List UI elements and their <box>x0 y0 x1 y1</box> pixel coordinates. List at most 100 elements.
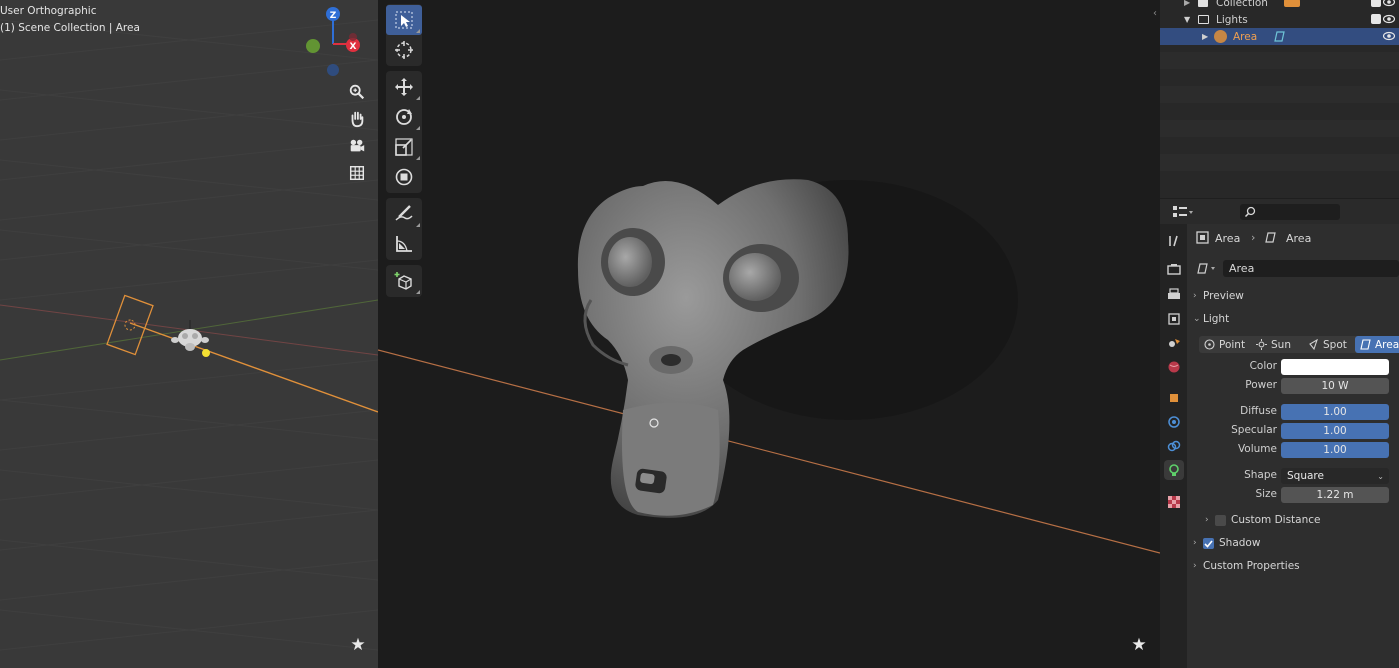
custom-distance-checkbox[interactable] <box>1215 514 1226 526</box>
visibility-eye-icon[interactable] <box>1383 31 1395 41</box>
expand-arrow-icon[interactable]: ▼ <box>1184 15 1190 24</box>
size-field[interactable]: 1.22 m <box>1281 487 1389 503</box>
section-title: Preview <box>1203 290 1244 302</box>
texture-checker-icon <box>1168 496 1180 508</box>
outliner-label: Lights <box>1216 13 1248 26</box>
camera-icon[interactable] <box>345 134 369 158</box>
volume-label: Volume <box>1237 443 1277 455</box>
annotate-tool[interactable] <box>386 199 422 229</box>
select-box-tool[interactable] <box>386 5 422 35</box>
light-data-tab[interactable] <box>1164 460 1184 480</box>
expand-arrow-icon[interactable]: ▶ <box>1184 0 1190 7</box>
size-label: Size <box>1255 488 1277 500</box>
tool-wrench-icon <box>1169 235 1178 247</box>
section-title: Shadow <box>1219 537 1261 549</box>
output-tab[interactable] <box>1164 285 1184 305</box>
constraints-tab[interactable] <box>1164 436 1184 456</box>
outliner-row-area[interactable]: ▶ Area <box>1160 28 1399 45</box>
favorites-star-icon[interactable]: ★ <box>1128 634 1150 656</box>
modifier-badge-icon <box>1284 0 1300 7</box>
scene-tab[interactable] <box>1164 333 1184 353</box>
monkey-small <box>171 320 209 351</box>
shape-dropdown[interactable]: Square ⌄ <box>1281 468 1389 484</box>
move-tool[interactable] <box>386 72 422 102</box>
breadcrumb-data: Area <box>1286 232 1312 245</box>
light-type-point[interactable]: Point <box>1199 336 1251 353</box>
power-label: Power <box>1245 379 1277 391</box>
specular-slider[interactable]: 1.00 <box>1281 423 1389 439</box>
cursor-tool[interactable] <box>386 35 422 65</box>
render-camera-icon <box>1167 264 1181 275</box>
chevron-right-icon: › <box>1193 561 1197 571</box>
center-viewport[interactable]: ★ ‹ ‹ <box>378 0 1160 668</box>
collection-info: (1) Scene Collection | Area <box>0 22 140 34</box>
outliner-stripe <box>1160 86 1399 103</box>
world-tab[interactable] <box>1164 357 1184 377</box>
breadcrumb-separator-icon: › <box>1251 231 1256 244</box>
editor-type-icon[interactable] <box>1172 204 1194 220</box>
color-swatch[interactable] <box>1281 359 1389 375</box>
view-layer-icon <box>1168 313 1180 325</box>
visibility-eye-icon[interactable] <box>1383 14 1395 24</box>
outliner-stripe <box>1160 52 1399 69</box>
expand-arrow-icon[interactable]: ▶ <box>1202 32 1208 41</box>
tool-shelf <box>386 4 422 302</box>
section-title: Light <box>1203 313 1230 325</box>
render-tab[interactable] <box>1164 259 1184 279</box>
grid-icon[interactable] <box>345 161 369 185</box>
datablock-name-field[interactable]: Area <box>1223 260 1399 277</box>
light-type-sun[interactable]: Sun <box>1251 336 1303 353</box>
hand-pan-icon[interactable] <box>345 107 369 131</box>
specular-label: Specular <box>1231 424 1277 436</box>
light-object-icon <box>1214 30 1227 43</box>
power-field[interactable]: 10 W <box>1281 378 1389 394</box>
shape-label: Shape <box>1244 469 1277 481</box>
shadow-section-header[interactable]: › Shadow <box>1193 533 1399 553</box>
chevron-right-icon: › <box>1205 515 1209 525</box>
constraints-link-icon <box>1167 440 1181 452</box>
light-section-header[interactable]: ⌄ Light <box>1193 309 1399 329</box>
volume-slider[interactable]: 1.00 <box>1281 442 1389 458</box>
favorites-star-icon[interactable]: ★ <box>347 634 369 656</box>
add-cube-tool[interactable] <box>386 266 422 296</box>
rotate-icon <box>396 109 412 125</box>
navigation-gizmo[interactable]: Z X <box>300 2 370 82</box>
viewport-grid <box>0 19 378 651</box>
properties-header <box>1160 198 1399 224</box>
tool-tab[interactable] <box>1164 231 1184 251</box>
preview-section-header[interactable]: › Preview <box>1193 286 1399 306</box>
exclude-checkbox[interactable] <box>1371 0 1381 7</box>
collection-icon <box>1198 0 1208 7</box>
light-type-spot[interactable]: Spot <box>1303 336 1355 353</box>
view-layer-tab[interactable] <box>1164 309 1184 329</box>
zoom-icon[interactable] <box>345 80 369 104</box>
diffuse-slider[interactable]: 1.00 <box>1281 404 1389 420</box>
datablock-browse-icon[interactable] <box>1197 262 1219 275</box>
properties-search-input[interactable] <box>1240 204 1340 220</box>
transform-tool[interactable] <box>386 162 422 192</box>
measure-tool[interactable] <box>386 229 422 259</box>
exclude-checkbox[interactable] <box>1371 14 1381 24</box>
area-light-gizmo <box>106 294 154 356</box>
outliner-stripe <box>1160 154 1399 171</box>
collapse-right-arrow-icon[interactable]: ‹ <box>1153 8 1157 19</box>
texture-tab[interactable] <box>1164 492 1184 512</box>
physics-orbit-icon <box>1168 416 1180 428</box>
physics-tab[interactable] <box>1164 412 1184 432</box>
custom-distance-section-header[interactable]: › Custom Distance <box>1205 510 1399 530</box>
custom-properties-section-header[interactable]: › Custom Properties <box>1193 556 1399 576</box>
chevron-right-icon: › <box>1193 538 1197 548</box>
breadcrumb-object: Area <box>1215 232 1241 245</box>
outliner-row-collection[interactable]: ▶ Collection <box>1160 0 1399 11</box>
light-type-area[interactable]: Area <box>1355 336 1399 353</box>
visibility-eye-icon[interactable] <box>1383 0 1395 7</box>
left-viewport[interactable]: User Orthographic (1) Scene Collection |… <box>0 0 378 668</box>
gizmo-z-label: Z <box>330 11 337 21</box>
shadow-checkbox[interactable] <box>1203 537 1214 549</box>
transform-icon <box>395 168 413 186</box>
outliner-row-lights[interactable]: ▼ Lights <box>1160 11 1399 28</box>
scale-tool[interactable] <box>386 132 422 162</box>
object-tab[interactable] <box>1164 388 1184 408</box>
collection-icon <box>1198 15 1209 24</box>
rotate-tool[interactable] <box>386 102 422 132</box>
